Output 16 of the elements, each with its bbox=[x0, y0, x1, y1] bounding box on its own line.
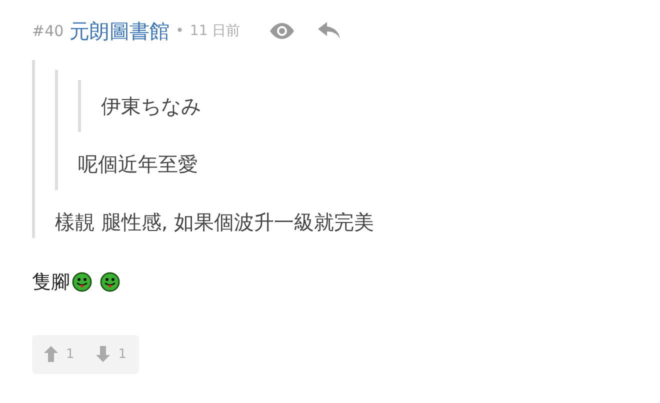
eye-icon[interactable] bbox=[270, 23, 294, 39]
tongue-emoji-icon bbox=[72, 272, 92, 292]
post-text: 隻腳 bbox=[32, 270, 70, 295]
post-time: 11 日前 bbox=[190, 22, 240, 40]
quote-text: 伊東ちなみ bbox=[101, 93, 202, 120]
upvote-button[interactable]: 1 bbox=[44, 344, 74, 364]
author-link[interactable]: 元朗圖書館 bbox=[70, 16, 170, 46]
tongue-emoji-icon bbox=[100, 272, 120, 292]
down-arrow-icon bbox=[96, 346, 110, 362]
reply-icon[interactable] bbox=[318, 22, 340, 40]
separator-dot: • bbox=[176, 22, 184, 40]
downvote-button[interactable]: 1 bbox=[96, 344, 127, 364]
up-arrow-icon bbox=[44, 346, 58, 362]
quote-text: 樣靚 腿性感, 如果個波升一級就完美 bbox=[55, 209, 376, 236]
post-number: #40 bbox=[32, 20, 64, 42]
quote-text: 呢個近年至愛 bbox=[78, 151, 199, 178]
